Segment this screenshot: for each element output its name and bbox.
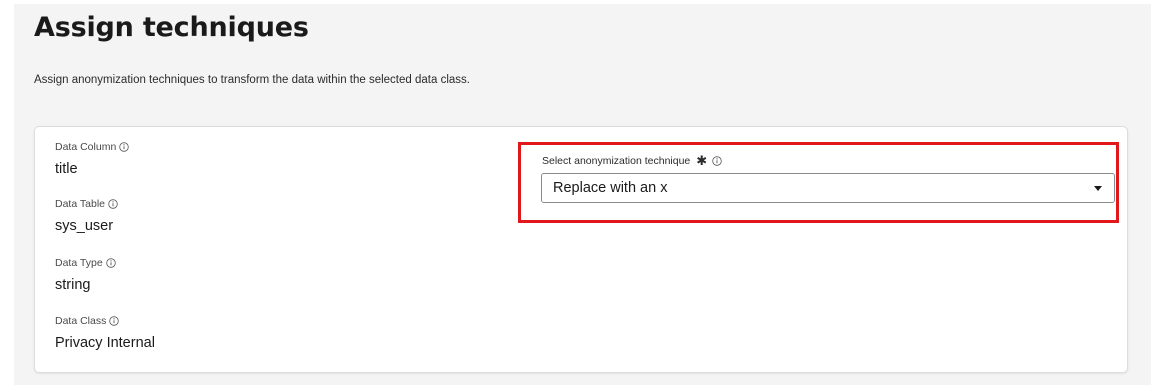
- field-data-column: Data Column title: [55, 141, 129, 177]
- technique-card: Data Column title Data Table sys_user Da…: [34, 126, 1128, 373]
- page-description: Assign anonymization techniques to trans…: [34, 74, 470, 86]
- technique-highlight-box: Select anonymization technique ✱ Replace…: [518, 142, 1119, 223]
- field-label: Data Column: [55, 141, 117, 153]
- required-asterisk-icon: ✱: [696, 153, 708, 168]
- field-label: Data Type: [55, 257, 103, 269]
- field-value: string: [55, 277, 91, 293]
- info-icon[interactable]: [119, 142, 129, 152]
- chevron-down-icon: [1094, 186, 1102, 191]
- page-title: Assign techniques: [34, 12, 309, 43]
- technique-select[interactable]: Replace with an x: [541, 173, 1115, 203]
- field-data-table: Data Table sys_user: [55, 198, 118, 234]
- technique-label: Select anonymization technique: [542, 155, 691, 167]
- info-icon[interactable]: [108, 199, 118, 209]
- field-data-type: Data Type string: [55, 257, 116, 293]
- field-label: Data Table: [55, 198, 106, 210]
- info-icon[interactable]: [712, 156, 722, 166]
- info-icon[interactable]: [105, 258, 116, 268]
- field-value: title: [55, 161, 78, 177]
- field-data-class: Data Class Privacy Internal: [55, 315, 155, 351]
- field-label: Data Class: [55, 315, 107, 327]
- page: Assign techniques Assign anonymization t…: [14, 4, 1151, 385]
- info-icon[interactable]: [109, 316, 120, 326]
- technique-selected-value: Replace with an x: [553, 180, 668, 196]
- field-value: Privacy Internal: [55, 335, 155, 351]
- field-value: sys_user: [55, 218, 114, 234]
